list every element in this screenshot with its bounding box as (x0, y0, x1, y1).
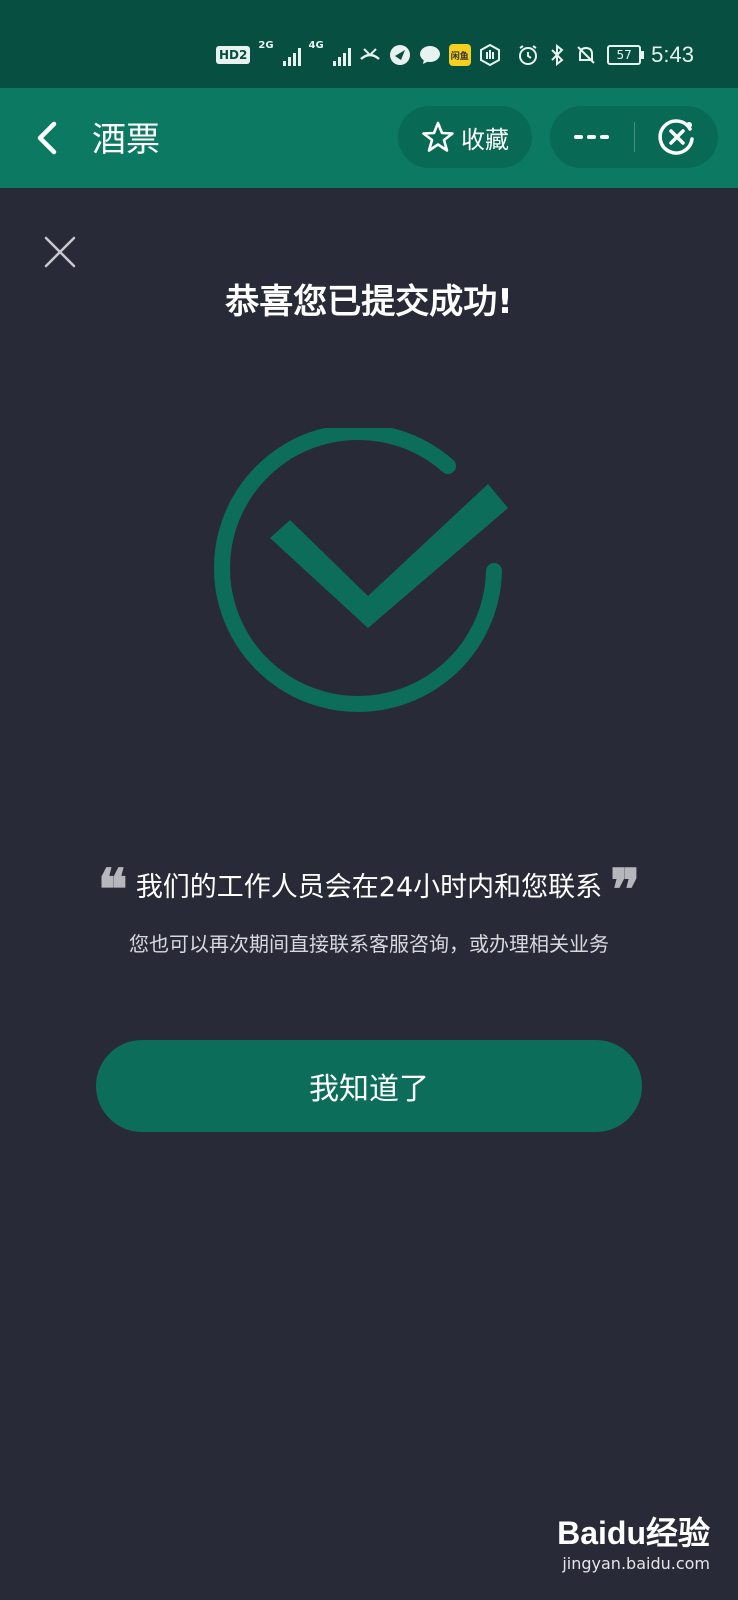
favorite-label: 收藏 (461, 125, 509, 154)
battery-icon: 57 (607, 45, 645, 65)
status-bar: HD2 2G 4G 闲鱼 57 5:43 (0, 0, 738, 88)
hand-shield-icon (479, 44, 500, 66)
network-4g-label: 4G (308, 40, 324, 51)
page-title: 酒票 (92, 120, 160, 160)
favorite-button[interactable]: 收藏 (398, 106, 532, 168)
hd-icon: HD2 (216, 46, 251, 64)
watermark-url: jingyan.baidu.com (562, 1554, 710, 1573)
more-button[interactable] (550, 106, 634, 168)
alarm-icon (519, 45, 538, 65)
mute-bell-icon (577, 46, 595, 64)
clock: 5:43 (651, 42, 694, 67)
bluetooth-icon (551, 44, 564, 66)
baidu-watermark: Baidu经验 jingyan.baidu.com (557, 1508, 710, 1573)
close-quote-icon: ❞ (610, 857, 641, 923)
success-title: 恭喜您已提交成功! (225, 282, 513, 322)
contact-message: 我们的工作人员会在24小时内和您联系 (135, 871, 603, 903)
star-icon (422, 121, 454, 152)
success-check-icon (214, 428, 508, 712)
confirm-button[interactable]: 我知道了 (96, 1040, 642, 1132)
chat-bubble-icon (419, 46, 440, 64)
open-quote-icon: ❝ (97, 857, 128, 923)
main-message: ❝ 我们的工作人员会在24小时内和您联系 ❞ (0, 857, 738, 923)
navigation-app-icon (389, 45, 410, 65)
sub-message: 您也可以再次期间直接联系客服咨询，或办理相关业务 (129, 932, 609, 956)
close-miniprogram-button[interactable] (635, 106, 718, 168)
xianyu-app-icon: 闲鱼 (448, 44, 471, 66)
dismiss-button[interactable] (40, 232, 80, 272)
watermark-logo: Baidu经验 (557, 1515, 710, 1551)
close-icon (44, 236, 76, 268)
more-dots-icon (574, 135, 609, 139)
mini-program-capsule (550, 106, 718, 168)
network-2g-label: 2G (258, 40, 274, 51)
signal-icon (282, 44, 301, 66)
nav-bar: 酒票 收藏 (0, 88, 738, 188)
status-icons-left: HD2 2G 4G 闲鱼 (216, 40, 501, 70)
missed-call-icon (359, 48, 380, 60)
status-icons-right: 57 5:43 (517, 40, 694, 70)
close-circle-icon (657, 119, 694, 155)
chevron-left-icon (37, 121, 57, 155)
back-button[interactable] (28, 116, 72, 160)
signal-icon (332, 44, 351, 66)
